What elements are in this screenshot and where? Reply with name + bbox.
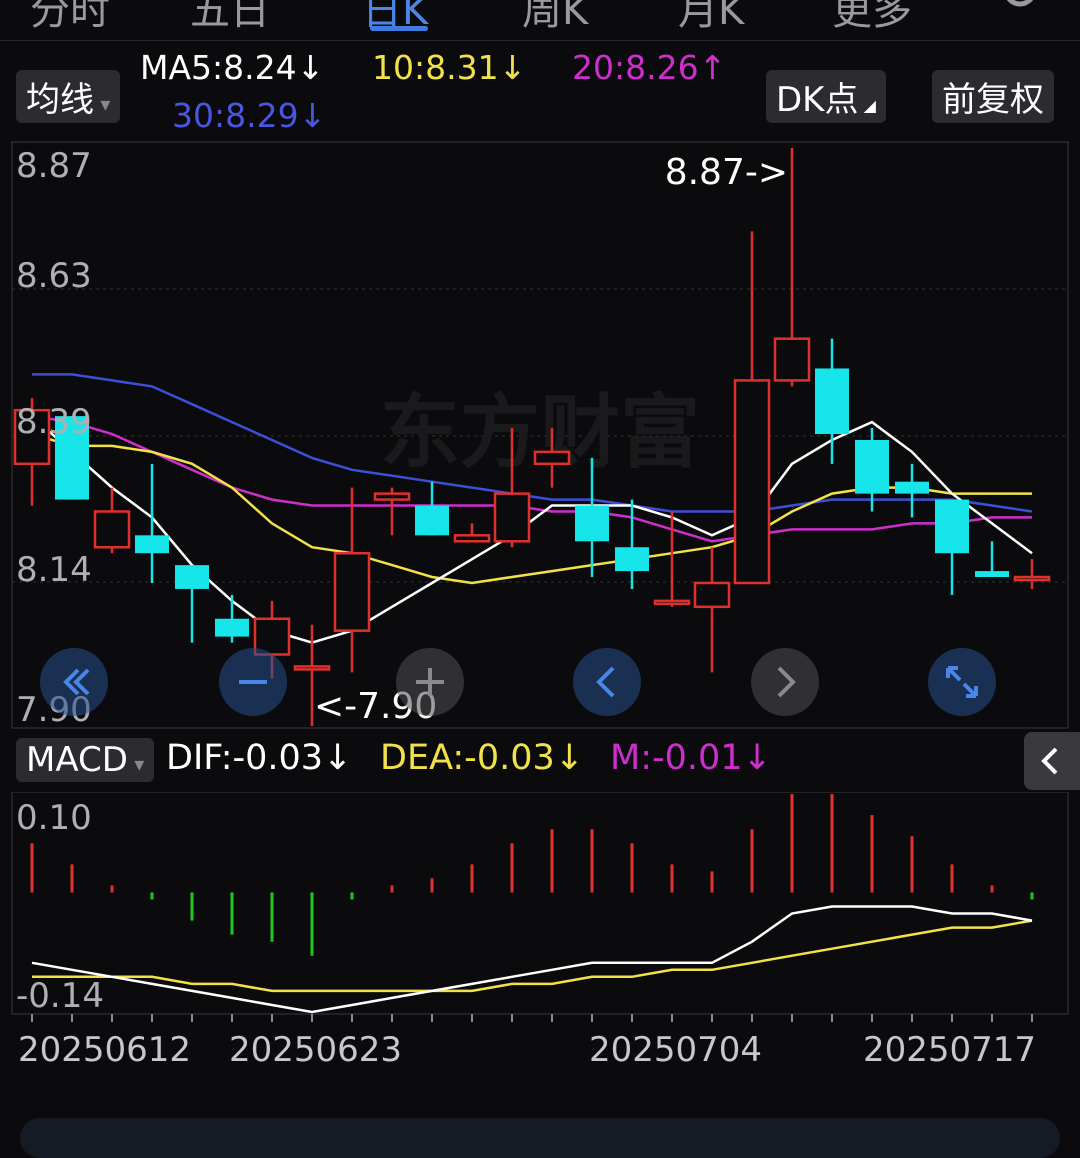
expand-icon	[946, 666, 978, 698]
ma10-readout: 10:8.31↓	[372, 48, 527, 87]
candle-body	[975, 571, 1009, 578]
minus-icon	[239, 680, 267, 684]
adjust-price-label: 前复权	[942, 80, 1044, 120]
candle-body	[333, 551, 371, 632]
candle-body	[93, 510, 131, 549]
x-date-label: 20250704	[589, 1030, 763, 1070]
dropdown-arrow-icon: ▾	[127, 752, 145, 776]
candle-body	[935, 499, 969, 554]
plus-icon	[416, 668, 444, 696]
dk-point-button[interactable]: DK点 ◢	[766, 70, 886, 123]
candle	[333, 487, 371, 673]
tab-five-day[interactable]: 五日	[190, 0, 270, 36]
macd-y-tick-label: -0.14	[16, 976, 104, 1016]
candle-body	[1013, 575, 1051, 582]
candle	[815, 338, 849, 464]
ma20-readout: 20:8.26↑	[572, 48, 727, 87]
candle	[215, 594, 249, 643]
active-tab-indicator	[370, 26, 428, 31]
kline-chart[interactable]: 东方财富 8.87-><-7.90	[0, 140, 1080, 730]
settings-gear-icon[interactable]	[995, 0, 1045, 18]
dea-line	[32, 919, 1033, 993]
candle	[1013, 559, 1051, 589]
collapse-panel-button[interactable]	[1024, 732, 1080, 790]
dif-line	[31, 905, 1033, 1014]
x-date-label: 20250612	[18, 1030, 192, 1070]
tab-more[interactable]: 更多	[832, 0, 912, 36]
candle-body	[575, 505, 609, 542]
candle	[895, 463, 929, 518]
candle-body	[135, 535, 169, 554]
scroll-left-button[interactable]	[573, 648, 641, 716]
candle	[975, 541, 1009, 578]
candle-body	[533, 450, 571, 466]
candle-body	[215, 618, 249, 637]
fullscreen-button[interactable]	[928, 648, 996, 716]
chevron-right-icon	[777, 666, 796, 698]
candle-body	[415, 505, 449, 536]
bottom-toolbar[interactable]	[20, 1118, 1060, 1158]
chevron-left-icon	[1041, 747, 1058, 775]
tab-weekly-k[interactable]: 周K	[522, 0, 588, 36]
ma30-readout: 30:8.29↓	[172, 96, 327, 135]
candle	[175, 565, 209, 643]
dropdown-arrow-icon: ▾	[94, 92, 111, 116]
max-price-label: 8.87->	[665, 152, 788, 193]
candle	[135, 463, 169, 583]
candle-body	[693, 581, 731, 609]
macd-m-readout: M:-0.01↓	[610, 738, 772, 778]
tab-timeshare[interactable]: 分时	[30, 0, 110, 36]
corner-arrow-icon: ◢	[858, 96, 876, 115]
candle	[693, 547, 731, 673]
y-tick-label: 8.14	[16, 550, 92, 590]
candle-body	[815, 368, 849, 435]
indicator-selector-label: MACD	[26, 740, 128, 780]
tab-monthly-k[interactable]: 月K	[678, 0, 744, 36]
dif-readout: DIF:-0.03↓	[166, 738, 353, 778]
x-date-label: 20250623	[229, 1030, 403, 1070]
candle	[935, 499, 969, 595]
adjust-price-button[interactable]: 前复权	[932, 70, 1054, 123]
candle	[373, 487, 411, 536]
candle-body	[293, 665, 331, 671]
double-chevron-left-icon	[63, 668, 90, 696]
candle-body	[733, 379, 771, 585]
zoom-in-button[interactable]	[396, 648, 464, 716]
y-tick-label: 8.63	[16, 256, 92, 296]
candle	[453, 523, 491, 543]
macd-chart[interactable]	[0, 792, 1080, 1022]
candle	[615, 499, 649, 589]
scroll-to-start-button[interactable]	[40, 648, 108, 716]
ma-selector-label: 均线	[26, 80, 94, 120]
zoom-out-button[interactable]	[219, 648, 287, 716]
candle-body	[615, 547, 649, 572]
candle-body	[653, 599, 691, 606]
candle-body	[773, 337, 811, 382]
dk-point-label: DK点	[776, 80, 859, 120]
macd-y-tick-label: 0.10	[16, 798, 92, 838]
chevron-left-icon	[596, 666, 615, 698]
candle	[415, 481, 449, 536]
dea-readout: DEA:-0.03↓	[380, 738, 585, 778]
y-tick-label: 8.39	[16, 402, 92, 442]
candle-body	[855, 439, 889, 494]
ma5-readout: MA5:8.24↓	[140, 48, 325, 87]
candle-body	[453, 534, 491, 543]
candle-body	[493, 492, 531, 543]
ma-selector[interactable]: 均线 ▾	[16, 70, 121, 123]
candle-body	[373, 492, 411, 501]
candle-body	[175, 565, 209, 589]
indicator-selector[interactable]: MACD ▾	[16, 738, 155, 782]
candle-body	[895, 481, 929, 494]
y-tick-label: 8.87	[16, 146, 92, 186]
period-tabs: 分时 五日 日K 周K 月K 更多	[0, 0, 1080, 41]
candle	[733, 231, 771, 585]
x-date-label: 20250717	[863, 1030, 1037, 1070]
scroll-right-button[interactable]	[751, 648, 819, 716]
